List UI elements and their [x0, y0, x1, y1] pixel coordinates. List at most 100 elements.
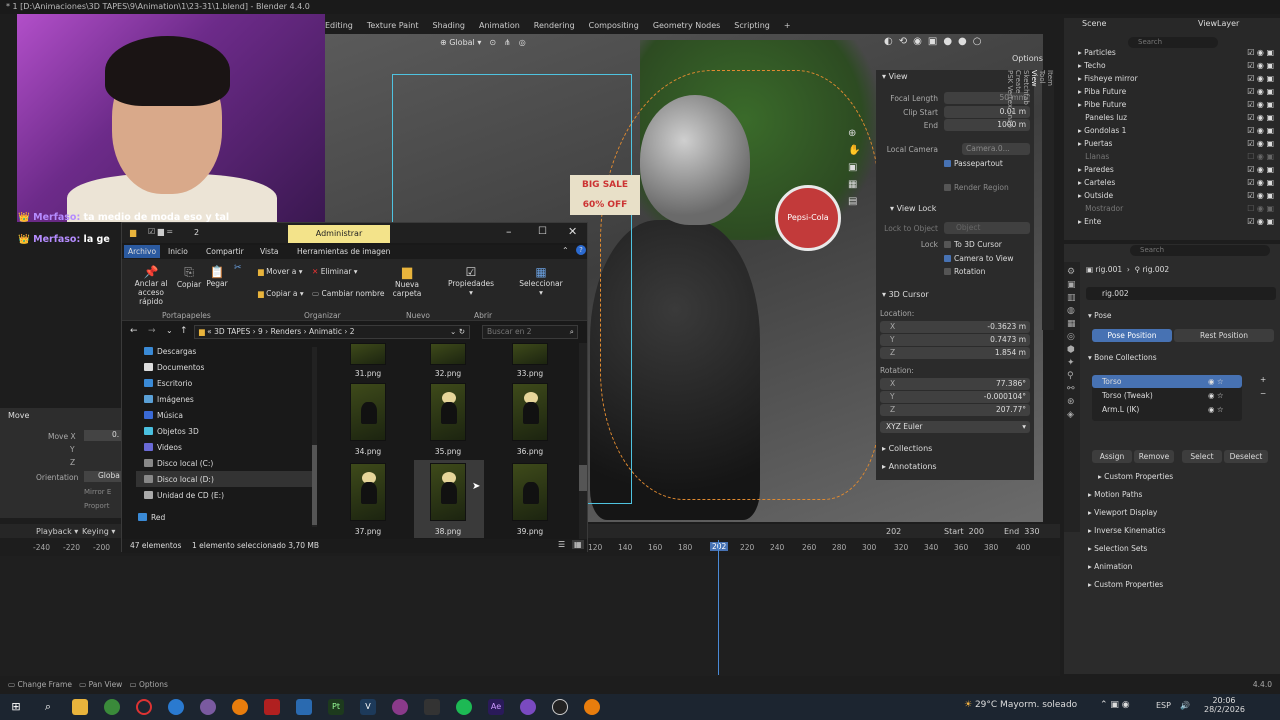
nav-unidad-cd[interactable]: Unidad de CD (E:) — [144, 489, 224, 503]
tab-shading[interactable]: Shading — [433, 18, 466, 34]
pan-icon[interactable]: ✋ — [848, 145, 862, 156]
overlay-icon[interactable]: ◉ — [913, 36, 922, 47]
move-panel-title[interactable]: Move — [8, 411, 29, 420]
properties-search-input[interactable]: Search — [1130, 245, 1270, 256]
outliner-item[interactable]: Paneles luz ☑ ◉ ▣ — [1078, 111, 1278, 124]
orientation-dropdown[interactable]: Globa — [84, 471, 124, 482]
remove-collection-icon[interactable]: − — [1260, 389, 1266, 398]
tray-icons[interactable]: ⌃ ▣ ◉ — [1100, 700, 1130, 710]
nav-imagenes[interactable]: Imágenes — [144, 393, 194, 407]
lock-rotation-checkbox[interactable]: Rotation — [944, 267, 985, 276]
file-name[interactable]: 35.png — [418, 447, 478, 456]
inverse-kinematics-panel[interactable]: ▸ Inverse Kinematics — [1088, 526, 1166, 535]
bone-collection-item[interactable]: Torso — [1102, 377, 1121, 386]
thumbnails-view-icon[interactable]: ▦ — [572, 540, 584, 549]
files-scrollbar[interactable] — [579, 343, 587, 539]
gizmo-icon[interactable]: ⟲ — [899, 36, 907, 47]
close-button[interactable]: ✕ — [568, 225, 577, 238]
file-thumbnail[interactable] — [350, 343, 386, 365]
cursor-rot-x-field[interactable]: X 77.386° — [880, 378, 1030, 390]
camera-to-view-checkbox[interactable]: Camera to View — [944, 254, 1014, 263]
file-name[interactable]: 38.png — [418, 527, 478, 536]
tab-texture-paint[interactable]: Texture Paint — [367, 18, 419, 34]
object-name-field[interactable]: rig.002 — [1086, 287, 1276, 300]
forward-icon[interactable]: → — [148, 326, 156, 336]
windows-start-icon[interactable]: ⊞ — [8, 699, 24, 715]
rest-position-button[interactable]: Rest Position — [1174, 329, 1274, 342]
recent-icon[interactable]: ⌄ — [166, 326, 173, 335]
recorder-icon[interactable] — [264, 699, 280, 715]
opera-icon[interactable] — [136, 699, 152, 715]
file-name[interactable]: 31.png — [338, 369, 398, 378]
breadcrumb-item[interactable]: 9 — [258, 327, 263, 336]
file-thumbnail[interactable] — [350, 383, 386, 441]
playhead[interactable] — [718, 540, 719, 675]
bone-collections-header[interactable]: ▾ Bone Collections — [1088, 353, 1157, 362]
file-name[interactable]: 36.png — [500, 447, 560, 456]
passepartout-checkbox[interactable]: Passepartout — [944, 159, 1003, 168]
outliner-item[interactable]: ▸ Puertas ☑ ◉ ▣ — [1078, 137, 1278, 150]
tab-geometry-nodes[interactable]: Geometry Nodes — [653, 18, 720, 34]
file-name[interactable]: 34.png — [338, 447, 398, 456]
cursor-rot-z-field[interactable]: Z 207.77° — [880, 404, 1030, 416]
bone-collection-item[interactable]: Torso (Tweak) — [1102, 391, 1153, 400]
bone-collection-item[interactable]: Arm.L (IK) — [1102, 405, 1139, 414]
up-icon[interactable]: ↑ — [180, 326, 188, 336]
back-icon[interactable]: ← — [130, 326, 138, 336]
outliner-item[interactable]: ▸ Piba Future ☑ ◉ ▣ — [1078, 85, 1278, 98]
nav-musica[interactable]: Música — [144, 409, 183, 423]
custom-properties-panel[interactable]: ▸ Custom Properties — [1088, 580, 1163, 589]
assign-button[interactable]: Assign — [1092, 450, 1132, 463]
outliner-item[interactable]: ▸ Ente ☑ ◉ ▣ — [1078, 215, 1278, 228]
proportional-icon[interactable]: ◎ — [519, 38, 526, 47]
outliner-item[interactable]: ▸ Gondolas 1 ☑ ◉ ▣ — [1078, 124, 1278, 137]
volume-icon[interactable]: 🔊 — [1180, 701, 1190, 710]
outliner-item[interactable]: ▸ Techo ☑ ◉ ▣ — [1078, 59, 1278, 72]
app-icon[interactable] — [520, 699, 536, 715]
mirror-checkbox[interactable]: Mirror E — [84, 488, 111, 496]
app-icon[interactable] — [200, 699, 216, 715]
tab-sketchfab[interactable]: Sketchfab — [1022, 70, 1030, 320]
file-thumbnail[interactable] — [512, 383, 548, 441]
new-folder-button[interactable]: ▆ Nueva carpeta — [392, 265, 422, 298]
annotations-header[interactable]: ▸ Annotations — [882, 462, 937, 471]
edge-icon[interactable] — [168, 699, 184, 715]
copy-to-button[interactable]: ▆ Copiar a ▾ — [258, 289, 304, 298]
tab-archivo[interactable]: Archivo — [124, 245, 161, 258]
address-bar[interactable]: ▆ « 3D TAPES › 9 › Renders › Animatic › … — [194, 325, 470, 339]
pivot-icon[interactable]: ⊙ — [489, 38, 496, 47]
tab-animation[interactable]: Animation — [479, 18, 520, 34]
language-indicator[interactable]: ESP — [1156, 701, 1171, 710]
outliner-item[interactable]: ▸ Pibe Future ☑ ◉ ▣ — [1078, 98, 1278, 111]
render-region-checkbox[interactable]: Render Region — [944, 183, 1009, 192]
nav-videos[interactable]: Videos — [144, 441, 182, 455]
outliner-item[interactable]: ▸ Fisheye mirror ☑ ◉ ▣ — [1078, 72, 1278, 85]
selection-sets-panel[interactable]: ▸ Selection Sets — [1088, 544, 1147, 553]
shading-solid-icon[interactable]: ● — [943, 36, 952, 47]
tab-editing[interactable]: Editing — [325, 18, 353, 34]
file-thumbnail-selected[interactable] — [430, 463, 466, 521]
minimize-button[interactable]: – — [506, 225, 512, 238]
copy-button[interactable]: ⎘ Copiar — [176, 265, 202, 289]
nav-red[interactable]: Red — [138, 511, 165, 525]
properties-tab-icons[interactable]: ⚙ ▣ ▥ ◍ ▦ ◎ ⬢ ✦ ⚲ ⚯ ⊛ ◈ — [1064, 262, 1080, 426]
transform-orientation-dropdown[interactable]: ⊕ Global ▾ — [440, 38, 481, 47]
outliner-item[interactable]: Llanas ☐ ◉ ▣ — [1078, 150, 1278, 163]
eye-icon[interactable]: ◉ ☆ — [1208, 405, 1224, 414]
custom-properties-subpanel[interactable]: ▸ Custom Properties — [1098, 472, 1173, 481]
cursor-loc-x-field[interactable]: X -0.3623 m — [880, 321, 1030, 333]
properties-button[interactable]: ☑ Propiedades ▾ — [448, 265, 494, 297]
help-icon[interactable]: ? — [576, 245, 586, 255]
breadcrumb-item[interactable]: 3D TAPES — [214, 327, 250, 336]
outliner-item[interactable]: ▸ Outside ☑ ◉ ▣ — [1078, 189, 1278, 202]
animation-panel[interactable]: ▸ Animation — [1088, 562, 1132, 571]
cursor-loc-y-field[interactable]: Y 0.7473 m — [880, 334, 1030, 346]
xray-icon[interactable]: ▣ — [928, 36, 937, 47]
after-effects-icon[interactable]: Ae — [488, 699, 504, 715]
spotify-icon[interactable] — [456, 699, 472, 715]
tab-compartir[interactable]: Compartir — [206, 247, 244, 256]
file-name[interactable]: 32.png — [418, 369, 478, 378]
cut-icon[interactable]: ✂ — [234, 263, 242, 273]
nav-documentos[interactable]: Documentos — [144, 361, 204, 375]
collapse-ribbon-icon[interactable]: ⌃ — [562, 246, 569, 255]
